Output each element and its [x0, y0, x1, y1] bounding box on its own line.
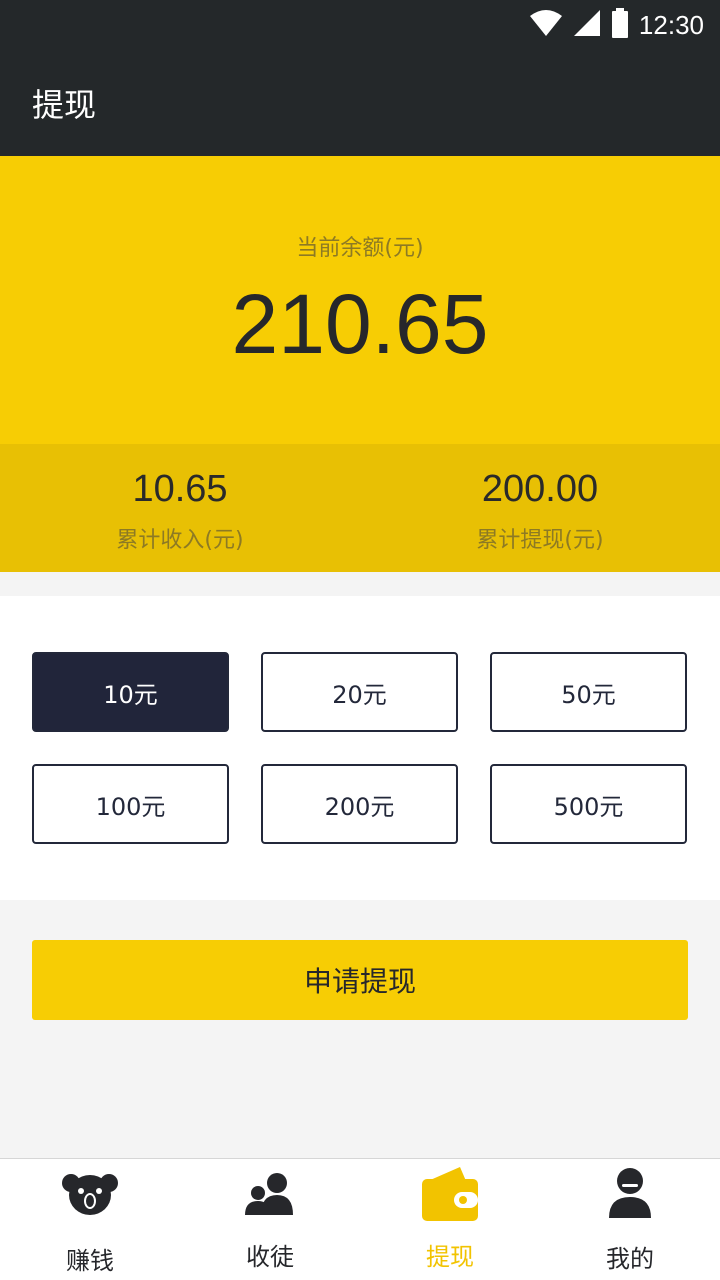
balance-label: 当前余额(元) [296, 236, 424, 261]
apply-withdraw-button[interactable]: 申请提现 [32, 940, 688, 1020]
signal-icon [573, 9, 601, 41]
status-icons: 12:30 [529, 8, 704, 42]
bottom-tab-bar: 赚钱 收徒 提现 我的 [0, 1158, 720, 1280]
withdrawn-stat: 200.00 累计提现(元) [360, 466, 720, 554]
amount-option-50[interactable]: 50元 [490, 652, 687, 732]
koala-icon [61, 1171, 119, 1221]
amount-options-panel: 10元 20元 50元 100元 200元 500元 [0, 596, 720, 900]
tab-label-apprentice: 收徒 [246, 1243, 294, 1271]
amount-option-200[interactable]: 200元 [261, 764, 458, 844]
tab-withdraw[interactable]: 提现 [360, 1159, 540, 1280]
battery-icon [611, 8, 629, 42]
tab-earn[interactable]: 赚钱 [0, 1159, 180, 1280]
amount-option-100[interactable]: 100元 [32, 764, 229, 844]
balance-panel: 当前余额(元) 210.65 [0, 156, 720, 444]
status-bar: 12:30 [0, 0, 720, 50]
withdrawn-value: 200.00 [481, 468, 599, 510]
income-stat: 10.65 累计收入(元) [0, 466, 360, 554]
balance-amount: 210.65 [231, 277, 489, 371]
income-label: 累计收入(元) [116, 528, 244, 553]
users-icon [243, 1171, 297, 1221]
amount-option-10[interactable]: 10元 [32, 652, 229, 732]
stats-panel: 10.65 累计收入(元) 200.00 累计提现(元) [0, 444, 720, 572]
income-value: 10.65 [132, 468, 228, 510]
page-title: 提现 [32, 86, 97, 124]
tab-mine[interactable]: 我的 [540, 1159, 720, 1280]
tab-label-mine: 我的 [606, 1245, 654, 1273]
user-icon [608, 1167, 652, 1223]
wifi-icon [529, 9, 563, 41]
tab-label-earn: 赚钱 [66, 1247, 114, 1275]
amount-option-500[interactable]: 500元 [490, 764, 687, 844]
app-bar: 提现 [0, 50, 720, 156]
withdrawn-label: 累计提现(元) [476, 528, 604, 553]
tab-label-withdraw: 提现 [426, 1243, 474, 1271]
status-time: 12:30 [638, 9, 704, 40]
tab-apprentice[interactable]: 收徒 [180, 1159, 360, 1280]
wallet-icon [420, 1165, 480, 1227]
amount-option-20[interactable]: 20元 [261, 652, 458, 732]
